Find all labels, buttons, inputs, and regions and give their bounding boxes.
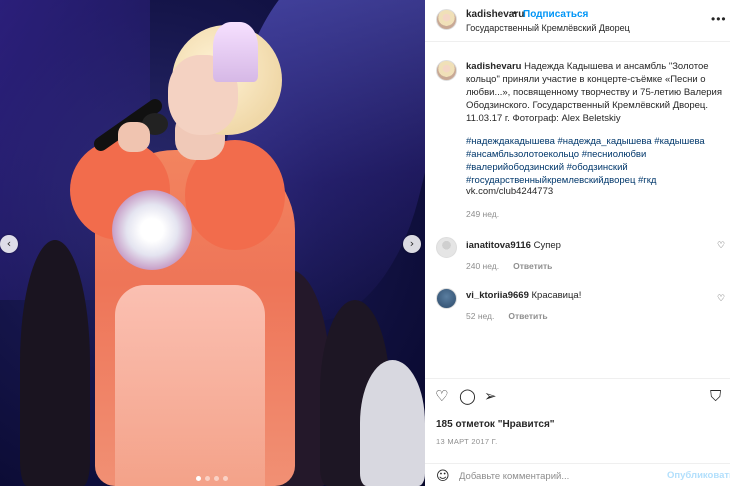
post-photo[interactable]: ‹ › — [0, 0, 425, 486]
singer-headdress — [213, 22, 258, 82]
caption-time[interactable]: 249 нед. — [466, 209, 499, 219]
location-link[interactable]: Государственный Кремлёвский Дворец — [466, 23, 630, 33]
reply-button[interactable]: Ответить — [513, 261, 552, 271]
more-options-icon[interactable]: ••• — [711, 12, 727, 26]
previous-slide-button[interactable]: ‹ — [0, 235, 18, 253]
comment-input[interactable] — [459, 468, 659, 484]
follow-button[interactable]: Подписаться — [523, 9, 588, 20]
likes-count[interactable]: 185 отметок "Нравится" — [436, 419, 555, 430]
publish-button[interactable]: Опубликовать — [667, 470, 730, 481]
musician-white-shirt — [360, 360, 425, 486]
comment-time[interactable]: 240 нед. — [466, 261, 499, 271]
comment-body: Красавица! — [531, 290, 582, 301]
heart-icon[interactable]: ♡ — [717, 293, 725, 304]
singer-apron — [115, 285, 265, 486]
slide-dot — [205, 476, 210, 481]
comment-meta: 240 нед. Ответить — [466, 261, 566, 271]
slide-dot — [223, 476, 228, 481]
post-side-panel: kadishevaru • Подписаться Государственны… — [425, 0, 730, 486]
caption-link[interactable]: vk.com/club4244773 — [466, 186, 553, 197]
heart-icon[interactable]: ♡ — [717, 240, 725, 251]
share-send-icon[interactable]: ➢ — [484, 387, 497, 405]
comment-bubble-icon[interactable]: ◯ — [459, 387, 476, 405]
post-header: kadishevaru • Подписаться Государственны… — [425, 0, 730, 42]
post-date: 13 МАРТ 2017 Г. — [436, 437, 498, 446]
slide-indicator — [196, 476, 228, 481]
comments-list[interactable]: kadishevaru Надежда Кадышева и ансамбль … — [425, 43, 730, 378]
comment-username[interactable]: ianatitova9116 — [466, 240, 531, 251]
avatar[interactable] — [436, 288, 457, 309]
bookmark-icon[interactable]: ⛉ — [710, 387, 721, 405]
comment-time[interactable]: 52 нед. — [466, 311, 494, 321]
comment-username[interactable]: vi_ktoriia9669 — [466, 290, 529, 301]
slide-dot — [214, 476, 219, 481]
singer-hand — [118, 122, 150, 152]
add-comment-bar: ☺ Опубликовать — [425, 463, 730, 486]
caption-text: kadishevaru Надежда Кадышева и ансамбль … — [466, 60, 728, 125]
comment-text: vi_ktoriia9669 Красавица! — [466, 290, 581, 301]
slide-dot — [196, 476, 201, 481]
comment-text: ianatitova9116 Супер — [466, 240, 561, 251]
violinist-left — [20, 240, 90, 486]
avatar[interactable] — [436, 9, 457, 30]
like-heart-icon[interactable]: ♡ — [435, 387, 448, 405]
header-separator: • — [513, 8, 517, 19]
caption-hashtags[interactable]: #надеждакадышева #надежда_кадышева #кады… — [466, 135, 728, 187]
comment-meta: 52 нед. Ответить — [466, 311, 562, 321]
avatar[interactable] — [436, 60, 457, 81]
singer-brooch — [112, 190, 192, 270]
avatar[interactable] — [436, 237, 457, 258]
next-slide-button[interactable]: › — [403, 235, 421, 253]
emoji-icon[interactable]: ☺ — [436, 469, 450, 484]
reply-button[interactable]: Ответить — [508, 311, 547, 321]
comment-body: Супер — [533, 240, 561, 251]
caption-username[interactable]: kadishevaru — [466, 61, 521, 72]
post-actions: ♡ ◯ ➢ ⛉ 185 отметок "Нравится" 13 МАРТ 2… — [425, 378, 730, 486]
